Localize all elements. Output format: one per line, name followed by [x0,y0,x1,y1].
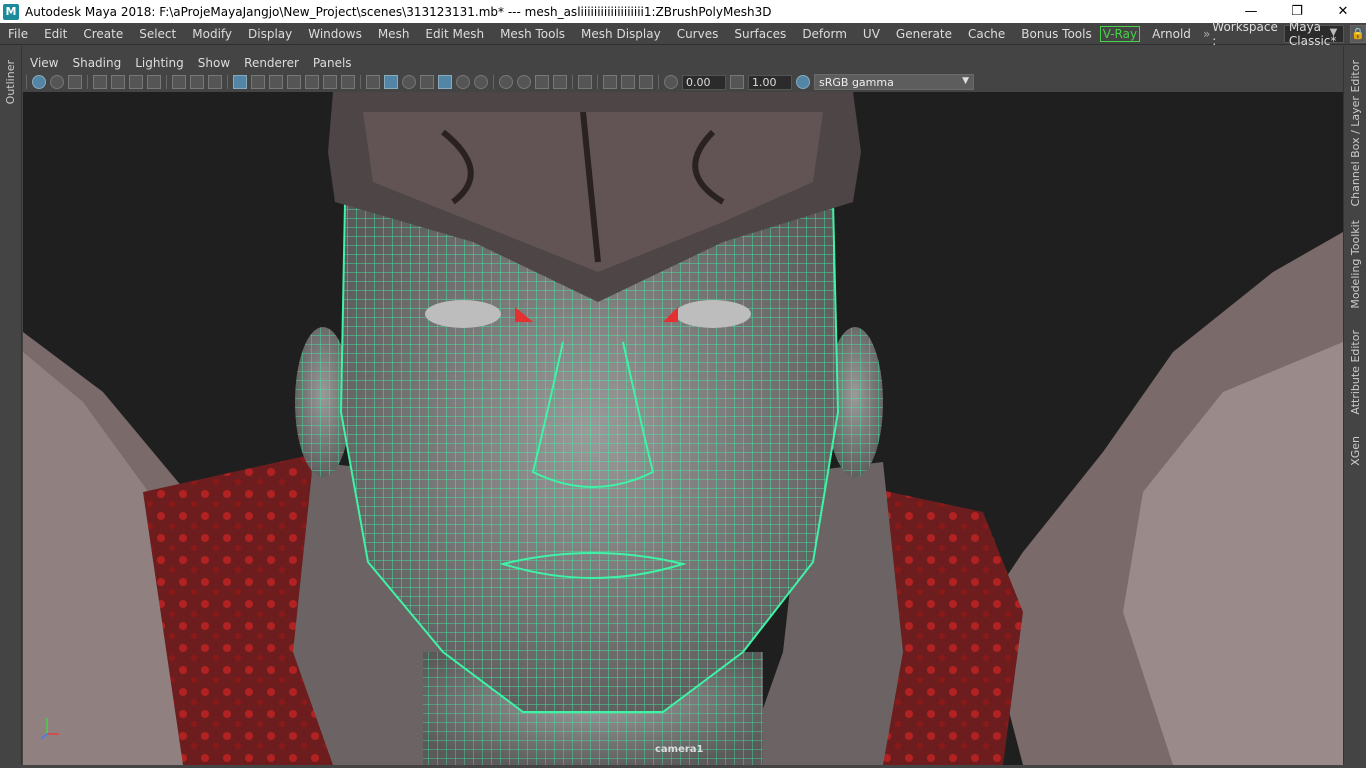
panel-menu-lighting[interactable]: Lighting [128,56,191,70]
smooth-shade-icon[interactable] [384,75,398,89]
toolbar-separator [493,75,494,89]
menu-vray[interactable]: V-Ray [1099,25,1141,42]
outliner-tab[interactable]: Outliner [4,60,17,104]
exposure-input[interactable]: 0.00 [682,74,726,90]
toolbar-separator [658,75,659,89]
menu-surfaces[interactable]: Surfaces [726,27,794,41]
menu-file[interactable]: File [0,27,36,41]
resolution-gate-icon[interactable] [269,75,283,89]
select-camera-icon[interactable] [32,75,46,89]
modeling-toolkit-tab[interactable]: Modeling Toolkit [1349,220,1362,309]
lock-icon[interactable]: 🔒 [1350,24,1366,43]
right-dock-strip: Channel Box / Layer Editor Modeling Tool… [1343,46,1366,768]
shadows-icon[interactable] [474,75,488,89]
attribute-editor-tab[interactable]: Attribute Editor [1349,330,1362,415]
axis-gizmo-icon [40,718,59,740]
use-all-lights-icon[interactable] [456,75,470,89]
right-eye [675,300,751,328]
xgen-tab[interactable]: XGen [1349,436,1362,466]
toolbar-separator [597,75,598,89]
viewport-scene [23,92,1343,765]
workspace-select[interactable]: Maya Classic* ▼ [1283,20,1345,48]
menu-edit-mesh[interactable]: Edit Mesh [417,27,492,41]
menu-mesh[interactable]: Mesh [370,27,418,41]
film-gate-icon[interactable] [251,75,265,89]
menu-mesh-tools[interactable]: Mesh Tools [492,27,573,41]
panel-toolbar: 0.00 1.00 sRGB gamma ▼ [23,72,1343,92]
toolbar-separator [360,75,361,89]
panel-menu-renderer[interactable]: Renderer [237,56,306,70]
exposure-icon[interactable] [664,75,678,89]
menu-select[interactable]: Select [131,27,184,41]
xray-icon[interactable] [190,75,204,89]
menu-uv[interactable]: UV [855,27,888,41]
image-plane-icon[interactable] [93,75,107,89]
main-menu-bar: File Edit Create Select Modify Display W… [0,19,1366,48]
panel-menu-panels[interactable]: Panels [306,56,359,70]
color-management-icon[interactable] [796,75,810,89]
safe-title-icon[interactable] [341,75,355,89]
safe-action-icon[interactable] [323,75,337,89]
hud-icon[interactable] [603,75,617,89]
menu-create[interactable]: Create [75,27,131,41]
menu-curves[interactable]: Curves [669,27,727,41]
toolbar-separator [227,75,228,89]
2d-pan-zoom-icon[interactable] [111,75,125,89]
bookmarks-icon[interactable] [68,75,82,89]
motion-blur-icon[interactable] [517,75,531,89]
menu-display[interactable]: Display [240,27,300,41]
maya-logo-icon: M [3,3,19,20]
chevron-down-icon: ▼ [962,76,969,86]
grid-icon[interactable] [233,75,247,89]
menu-cache[interactable]: Cache [960,27,1013,41]
bookmark-flag-icon[interactable] [147,75,161,89]
menu-edit[interactable]: Edit [36,27,75,41]
toolbar-separator [87,75,88,89]
gate-mask-icon[interactable] [287,75,301,89]
panel-menu-shading[interactable]: Shading [65,56,128,70]
gamma-icon[interactable] [730,75,744,89]
wireframe-icon[interactable] [366,75,380,89]
gamma-input[interactable]: 1.00 [748,74,792,90]
isolate-select-icon[interactable] [172,75,186,89]
menu-overflow-icon[interactable]: » [1199,27,1212,41]
panel-menu-view[interactable]: View [23,56,65,70]
menu-arnold[interactable]: Arnold [1144,27,1199,41]
panel-menu-show[interactable]: Show [191,56,237,70]
panel-menu-bar: View Shading Lighting Show Renderer Pane… [23,54,1343,72]
channel-box-tab[interactable]: Channel Box / Layer Editor [1349,60,1362,207]
isolate-view-icon[interactable] [578,75,592,89]
menu-modify[interactable]: Modify [184,27,240,41]
menu-deform[interactable]: Deform [794,27,855,41]
chevron-down-icon: ▼ [1329,26,1338,38]
grease-pencil-icon[interactable] [129,75,143,89]
window-title: Autodesk Maya 2018: F:\aProjeMayaJangjo\… [25,4,772,19]
depth-of-field-icon[interactable] [553,75,567,89]
camera-label: camera1 [655,744,704,755]
menu-generate[interactable]: Generate [888,27,960,41]
smooth-preview-icon[interactable] [208,75,222,89]
toolbar-separator [166,75,167,89]
screen-space-ao-icon[interactable] [499,75,513,89]
menu-windows[interactable]: Windows [300,27,370,41]
use-default-material-icon[interactable] [402,75,416,89]
field-chart-icon[interactable] [305,75,319,89]
wireframe-on-shaded-icon[interactable] [420,75,434,89]
3d-viewport[interactable]: camera1 [23,92,1343,765]
left-dock-strip: Outliner [0,46,22,768]
toolbar-separator [26,75,27,89]
layout-icon[interactable] [621,75,635,89]
color-space-value: sRGB gamma [819,75,894,89]
title-bar: M Autodesk Maya 2018: F:\aProjeMayaJangj… [0,0,1366,23]
toolbar-separator [572,75,573,89]
menu-bonus-tools[interactable]: Bonus Tools [1013,27,1099,41]
color-space-select[interactable]: sRGB gamma ▼ [814,74,974,90]
workspace-label: Workspace : [1212,19,1278,48]
camera-attributes-icon[interactable] [50,75,64,89]
expand-icon[interactable] [639,75,653,89]
left-eye [425,300,501,328]
menu-mesh-display[interactable]: Mesh Display [573,27,669,41]
multisample-aa-icon[interactable] [535,75,549,89]
textured-icon[interactable] [438,75,452,89]
